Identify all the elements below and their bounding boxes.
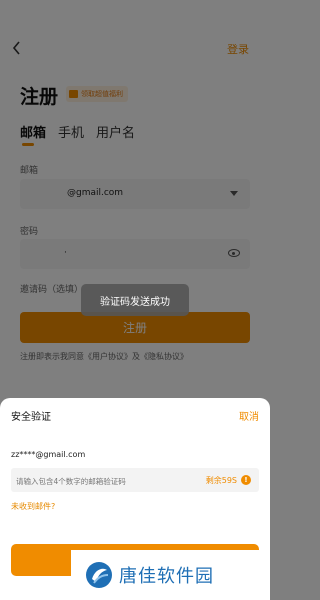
cancel-button[interactable]: 取消 <box>239 408 259 423</box>
not-received-email-link[interactable]: 未收到邮件? <box>11 501 55 512</box>
verification-code-placeholder: 请输入包含4个数字的邮箱验证码 <box>16 477 126 486</box>
sheet-title: 安全验证 <box>11 412 51 423</box>
resend-countdown: 剩余59S <box>205 476 237 485</box>
verification-code-input[interactable]: 请输入包含4个数字的邮箱验证码 剩余59S ! <box>11 468 259 492</box>
info-icon[interactable]: ! <box>241 475 251 485</box>
toast: 验证码发送成功 <box>81 284 189 316</box>
watermark-logo-icon <box>86 562 112 588</box>
watermark-text: 唐佳软件园 <box>119 566 214 587</box>
watermark: 唐佳软件园 <box>71 550 270 600</box>
masked-email: zz****@gmail.com <box>11 450 86 459</box>
